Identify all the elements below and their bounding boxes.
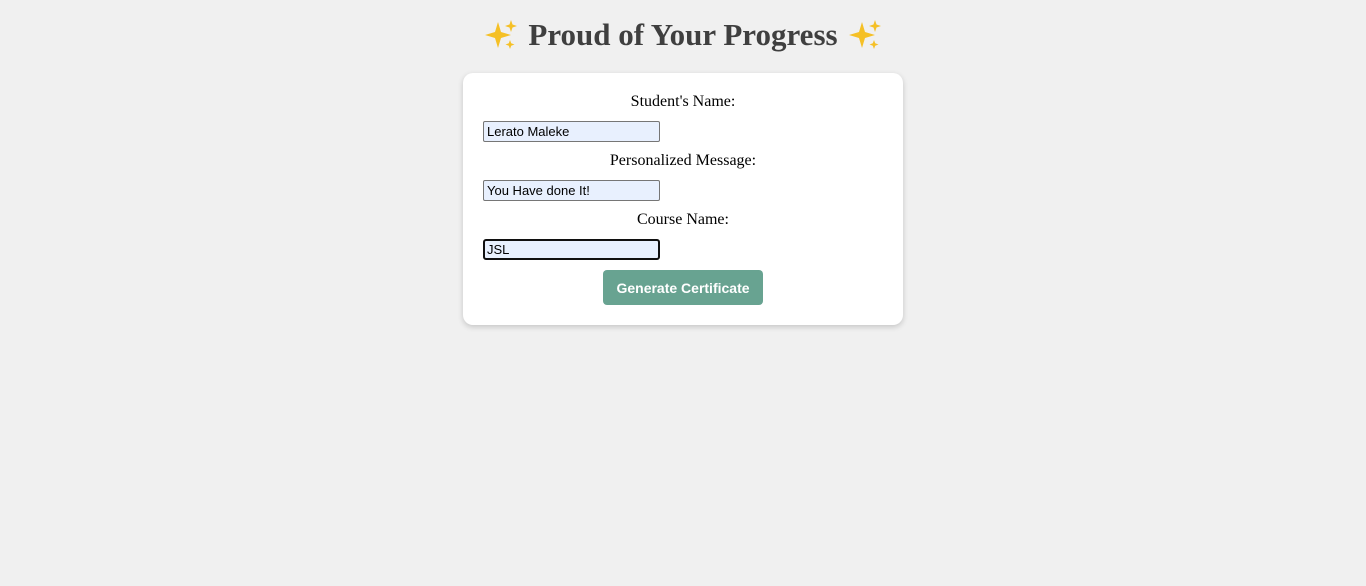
course-name-label: Course Name: bbox=[637, 211, 729, 228]
page-title-text: Proud of Your Progress bbox=[528, 17, 838, 52]
generate-certificate-button[interactable]: Generate Certificate bbox=[603, 270, 763, 305]
message-label: Personalized Message: bbox=[609, 152, 757, 169]
student-name-input[interactable] bbox=[483, 121, 660, 142]
message-input[interactable] bbox=[483, 180, 660, 201]
course-name-input[interactable] bbox=[483, 239, 660, 260]
sparkles-icon bbox=[848, 19, 881, 49]
student-name-label: Student's Name: bbox=[630, 93, 736, 110]
sparkles-icon bbox=[485, 19, 518, 49]
certificate-form-card: Student's Name: Personalized Message: Co… bbox=[463, 73, 903, 325]
page-title: Proud of Your Progress bbox=[0, 14, 1366, 56]
